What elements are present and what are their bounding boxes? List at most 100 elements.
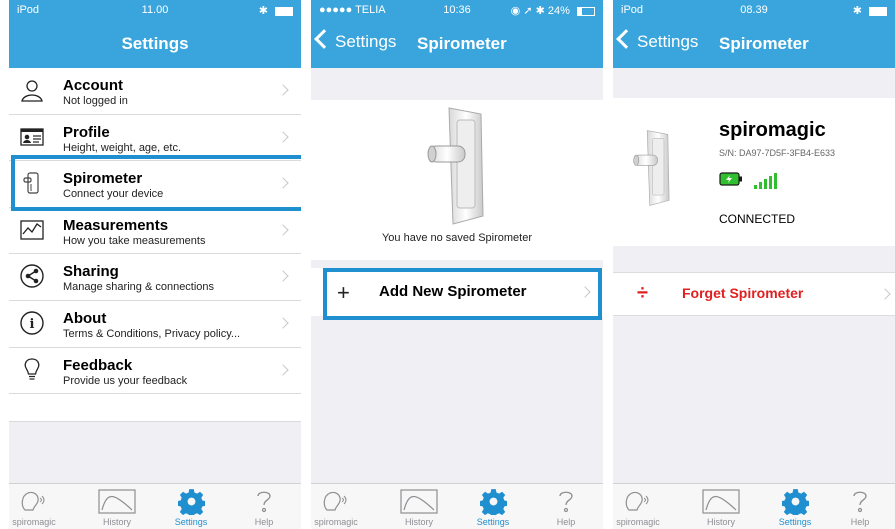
spirometer-illustration xyxy=(427,107,484,225)
row-title: Account xyxy=(63,77,123,94)
gear-icon xyxy=(177,489,205,515)
tab-bar: spiromagic History Settings Help xyxy=(311,483,603,529)
tab-help[interactable]: Help xyxy=(531,488,601,527)
lightbulb-icon xyxy=(24,357,40,380)
tab-label: History xyxy=(102,517,131,527)
battery-charging-icon xyxy=(719,172,742,186)
settings-screen: iPod 11.00 ✱ Settings Account Not logged… xyxy=(9,0,301,529)
gear-icon xyxy=(479,489,507,515)
tab-label: spiromagic xyxy=(314,517,358,527)
spirometer-empty-screen: ●●●●● TELIA 10:36 ◉ ➚ ✱ 24% Settings Spi… xyxy=(311,0,603,529)
nav-bar: Settings Spirometer xyxy=(613,20,895,68)
tab-label: Settings xyxy=(174,517,208,527)
row-subtitle: Terms & Conditions, Privacy policy... xyxy=(63,327,241,340)
forget-spirometer-row[interactable]: ÷ Forget Spirometer xyxy=(613,272,895,316)
id-card-icon xyxy=(20,127,44,146)
tab-spiromagic[interactable]: spiromagic xyxy=(613,488,673,527)
chevron-right-icon xyxy=(277,270,289,283)
tab-history[interactable]: History xyxy=(686,488,756,527)
chevron-right-icon xyxy=(277,130,289,143)
back-button[interactable]: Settings xyxy=(314,29,397,52)
list-spacer xyxy=(9,394,301,423)
row-subtitle: Not logged in xyxy=(63,95,128,107)
row-title: Sharing xyxy=(63,263,119,281)
help-icon xyxy=(853,491,867,513)
info-icon: i xyxy=(20,311,44,335)
forget-spirometer-label: Forget Spirometer xyxy=(682,285,804,301)
row-subtitle: Height, weight, age, etc. xyxy=(63,141,182,154)
back-label: Settings xyxy=(637,32,699,51)
nav-bar: Settings xyxy=(9,20,301,68)
chevron-right-icon xyxy=(277,84,289,96)
page-title: Settings xyxy=(121,34,189,53)
tab-label: Settings xyxy=(476,517,510,527)
row-title: Feedback xyxy=(63,356,133,374)
connection-status: CONNECTED xyxy=(719,212,796,226)
tab-bar: spiromagic History Settings Help xyxy=(613,483,895,529)
tab-label: History xyxy=(404,517,433,527)
tab-spiromagic[interactable]: spiromagic xyxy=(311,488,371,527)
settings-row-feedback[interactable]: Feedback Provide us your feedback xyxy=(9,348,301,395)
person-icon xyxy=(21,80,43,102)
settings-row-about[interactable]: i About Terms & Conditions, Privacy poli… xyxy=(9,301,301,348)
tab-settings[interactable]: Settings xyxy=(458,488,528,527)
battery-percent: 24% xyxy=(547,5,570,17)
clock: 11.00 xyxy=(141,4,169,16)
history-icon xyxy=(702,489,740,514)
row-title: About xyxy=(63,309,107,327)
tab-help[interactable]: Help xyxy=(229,488,299,527)
chevron-right-icon xyxy=(277,317,289,329)
lock-rotation-icon: ◉ xyxy=(510,5,521,17)
settings-list: Account Not logged in Profile Height, we… xyxy=(9,68,301,423)
svg-text:i: i xyxy=(30,317,35,332)
settings-row-sharing[interactable]: Sharing Manage sharing & connections xyxy=(9,254,301,301)
tab-label: Help xyxy=(850,517,870,527)
history-icon xyxy=(400,489,438,514)
add-spirometer-highlight xyxy=(323,268,602,320)
chevron-left-icon xyxy=(616,29,636,49)
settings-row-account[interactable]: Account Not logged in xyxy=(9,68,301,115)
signal-strength-icon xyxy=(754,173,777,189)
divide-icon: ÷ xyxy=(637,282,648,304)
gear-icon xyxy=(781,489,809,515)
spiromagic-icon xyxy=(625,491,649,511)
status-bar: iPod 11.00 ✱ xyxy=(9,0,301,20)
tab-help[interactable]: Help xyxy=(825,488,895,527)
status-icons: ◉ ➚ ✱ 24% xyxy=(511,4,595,17)
tab-spiromagic[interactable]: spiromagic xyxy=(9,488,69,527)
history-icon xyxy=(98,489,136,514)
bluetooth-icon: ✱ xyxy=(535,5,545,17)
battery-icon xyxy=(577,6,595,16)
help-icon xyxy=(559,491,573,513)
spirometer-connected-screen: iPod 08.39 ✱ Settings Spirometer spiroma… xyxy=(613,0,895,529)
status-icons: ✱ xyxy=(853,4,887,17)
status-bar: ●●●●● TELIA 10:36 ◉ ➚ ✱ 24% xyxy=(311,0,603,20)
tab-history[interactable]: History xyxy=(384,488,454,527)
tab-label: History xyxy=(706,517,735,527)
back-label: Settings xyxy=(335,32,397,51)
row-subtitle: Manage sharing & connections xyxy=(63,281,215,294)
bluetooth-icon: ✱ xyxy=(258,5,268,17)
tab-history[interactable]: History xyxy=(82,488,152,527)
spiromagic-icon xyxy=(21,491,45,511)
tab-label: spiromagic xyxy=(12,517,56,527)
chart-icon xyxy=(20,220,44,240)
page-title: Spirometer xyxy=(719,34,809,53)
tab-label: Settings xyxy=(778,517,812,527)
bluetooth-icon: ✱ xyxy=(852,5,862,17)
tab-bar: spiromagic History Settings Help xyxy=(9,483,301,529)
device-serial: S/N: DA97-7D5F-3FB4-E633 xyxy=(719,148,836,158)
row-title: Profile xyxy=(63,123,110,141)
settings-row-measurements[interactable]: Measurements How you take measurements xyxy=(9,208,301,255)
share-icon xyxy=(20,264,44,289)
tab-settings[interactable]: Settings xyxy=(760,488,830,527)
tab-label: spiromagic xyxy=(616,517,660,527)
row-title: Measurements xyxy=(63,216,169,234)
battery-icon xyxy=(275,6,293,16)
row-subtitle: Provide us your feedback xyxy=(63,374,188,387)
location-icon: ➚ xyxy=(523,5,533,17)
tab-settings[interactable]: Settings xyxy=(156,488,226,527)
spirometer-illustration xyxy=(633,130,670,206)
chevron-left-icon xyxy=(314,29,334,49)
back-button[interactable]: Settings xyxy=(616,29,699,52)
